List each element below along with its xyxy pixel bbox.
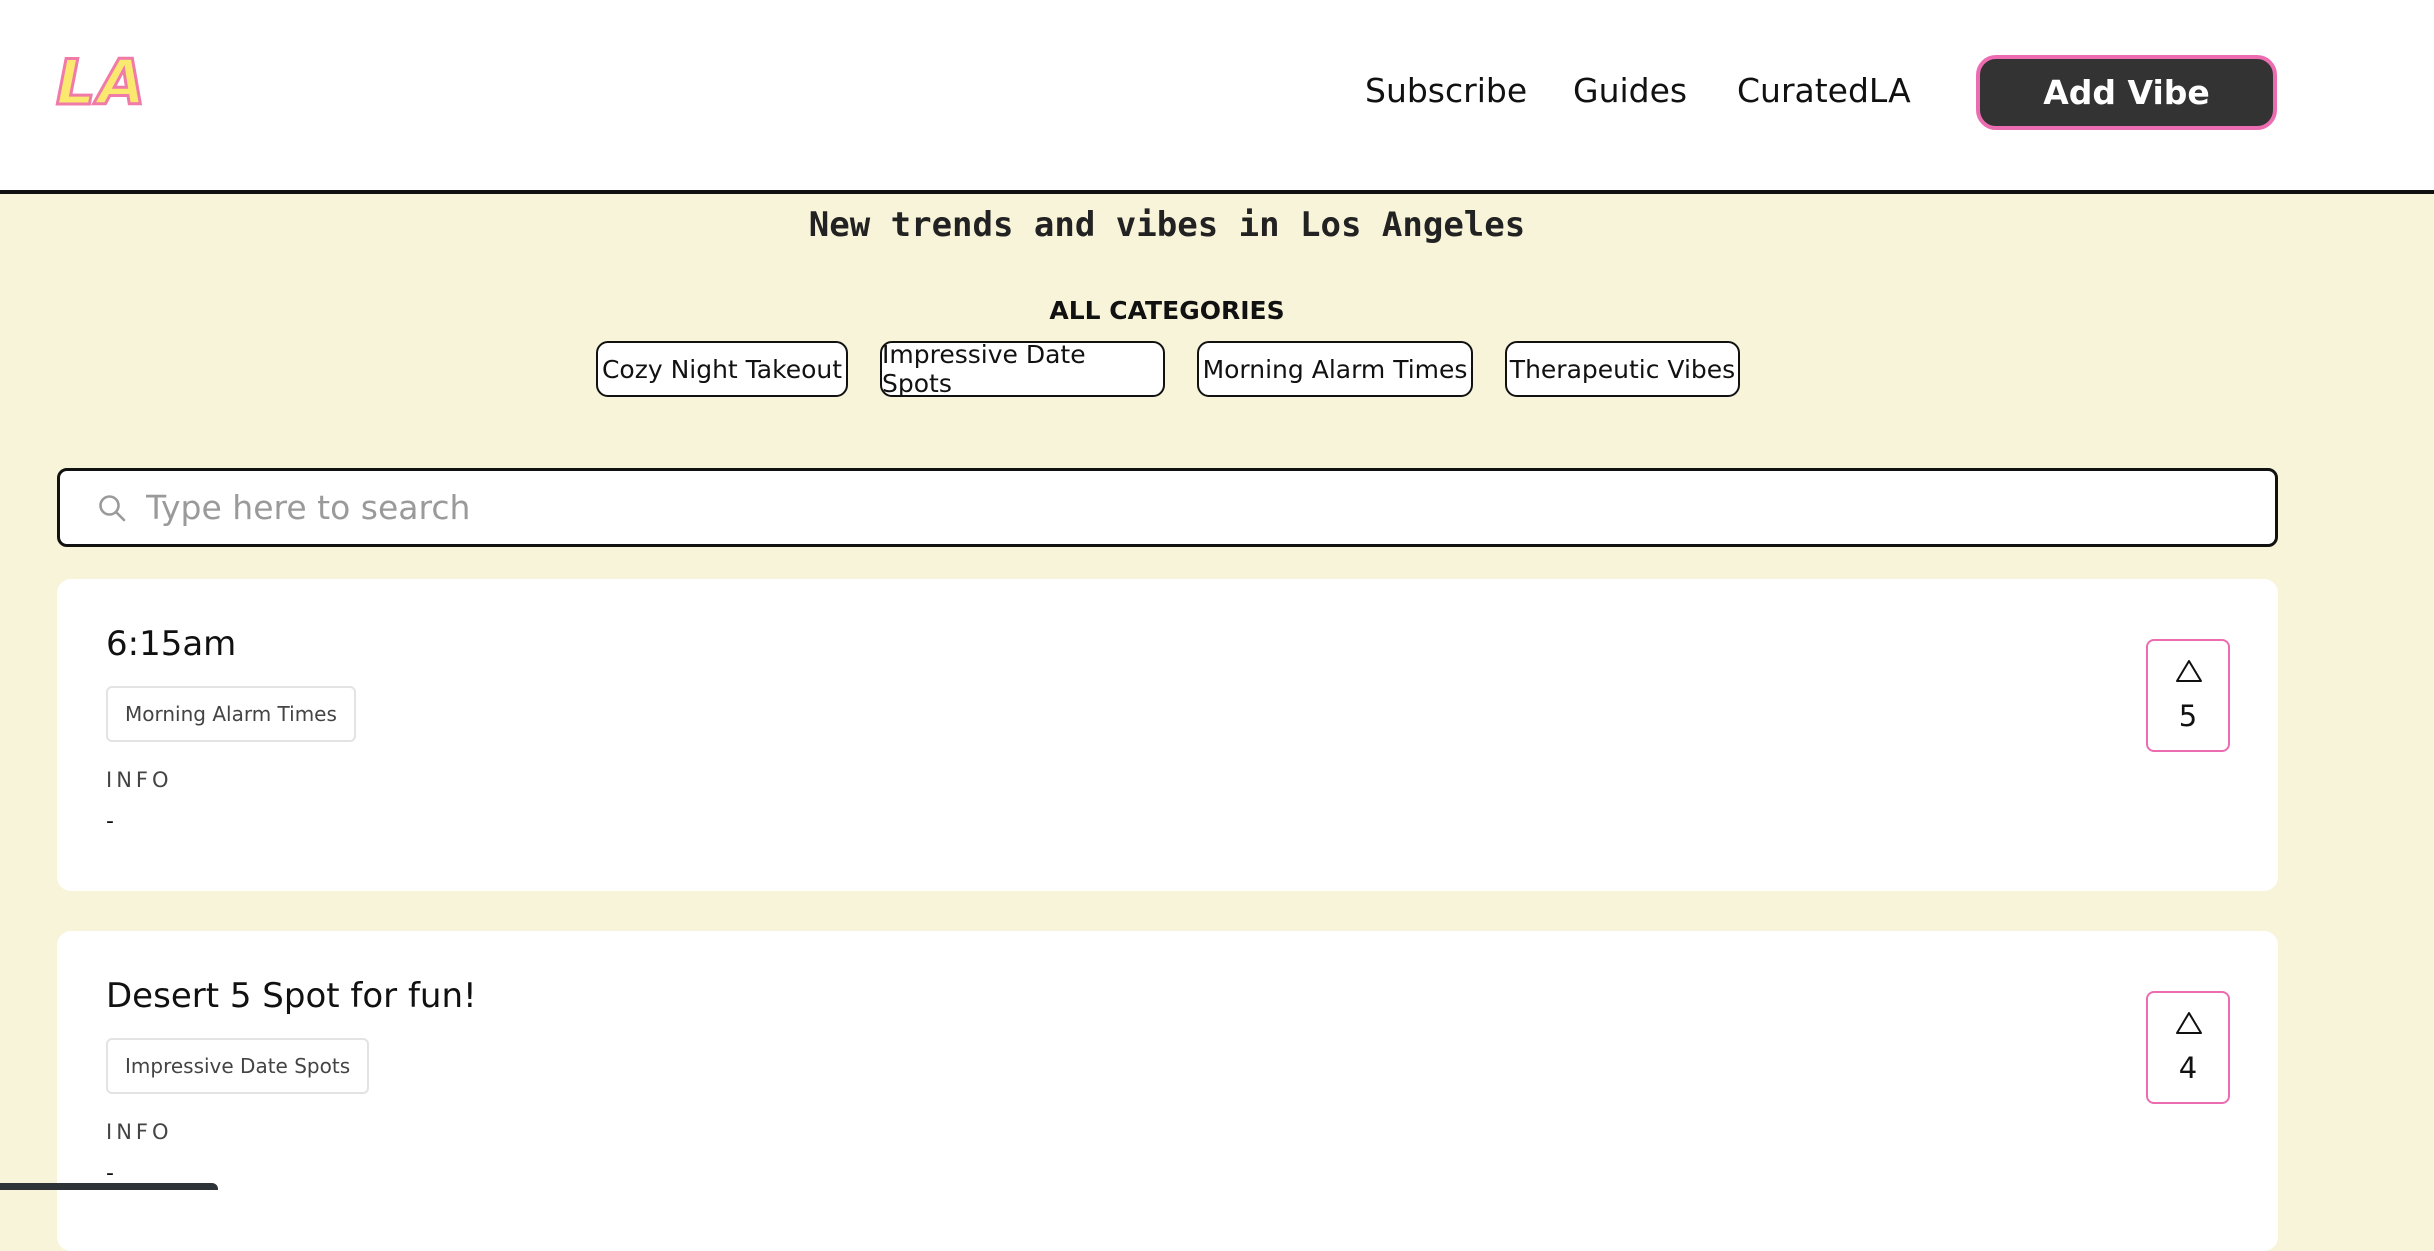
category-chip-cozy-night-takeout[interactable]: Cozy Night Takeout: [596, 341, 848, 397]
info-value: -: [106, 809, 114, 834]
upvote-button[interactable]: 5: [2146, 639, 2230, 752]
search-input[interactable]: [146, 488, 2146, 527]
vibe-category-tag[interactable]: Morning Alarm Times: [106, 686, 356, 742]
vibe-title[interactable]: 6:15am: [106, 624, 236, 664]
vote-count: 5: [2178, 699, 2198, 733]
vibe-category-tag[interactable]: Impressive Date Spots: [106, 1038, 370, 1094]
info-label: INFO: [106, 768, 173, 792]
search-icon: [86, 493, 138, 523]
nav-curatedla-link[interactable]: CuratedLA: [1737, 68, 1911, 114]
search-bar[interactable]: [57, 468, 2278, 547]
bottom-toolbar-edge: [0, 1183, 218, 1190]
vibe-title[interactable]: Desert 5 Spot for fun!: [106, 976, 477, 1016]
page-tagline: New trends and vibes in Los Angeles: [808, 205, 1526, 245]
vibe-card: 6:15am Morning Alarm Times INFO - 5: [57, 579, 2278, 891]
info-label: INFO: [106, 1120, 173, 1144]
categories-heading: ALL CATEGORIES: [1049, 296, 1285, 325]
vibe-card: Desert 5 Spot for fun! Impressive Date S…: [57, 931, 2278, 1251]
category-chip-impressive-date-spots[interactable]: Impressive Date Spots: [880, 340, 1165, 398]
triangle-up-icon: [2176, 660, 2202, 682]
site-logo[interactable]: LA: [55, 50, 148, 115]
vote-count: 4: [2178, 1051, 2198, 1085]
nav-guides-link[interactable]: Guides: [1573, 68, 1687, 114]
upvote-button[interactable]: 4: [2146, 991, 2230, 1104]
site-header: LA Subscribe Guides CuratedLA Add Vibe: [0, 0, 2434, 194]
category-chip-therapeutic-vibes[interactable]: Therapeutic Vibes: [1505, 341, 1740, 397]
add-vibe-button[interactable]: Add Vibe: [1976, 55, 2277, 130]
triangle-up-icon: [2176, 1012, 2202, 1034]
nav-subscribe-link[interactable]: Subscribe: [1365, 68, 1527, 114]
category-chip-morning-alarm-times[interactable]: Morning Alarm Times: [1197, 341, 1473, 397]
